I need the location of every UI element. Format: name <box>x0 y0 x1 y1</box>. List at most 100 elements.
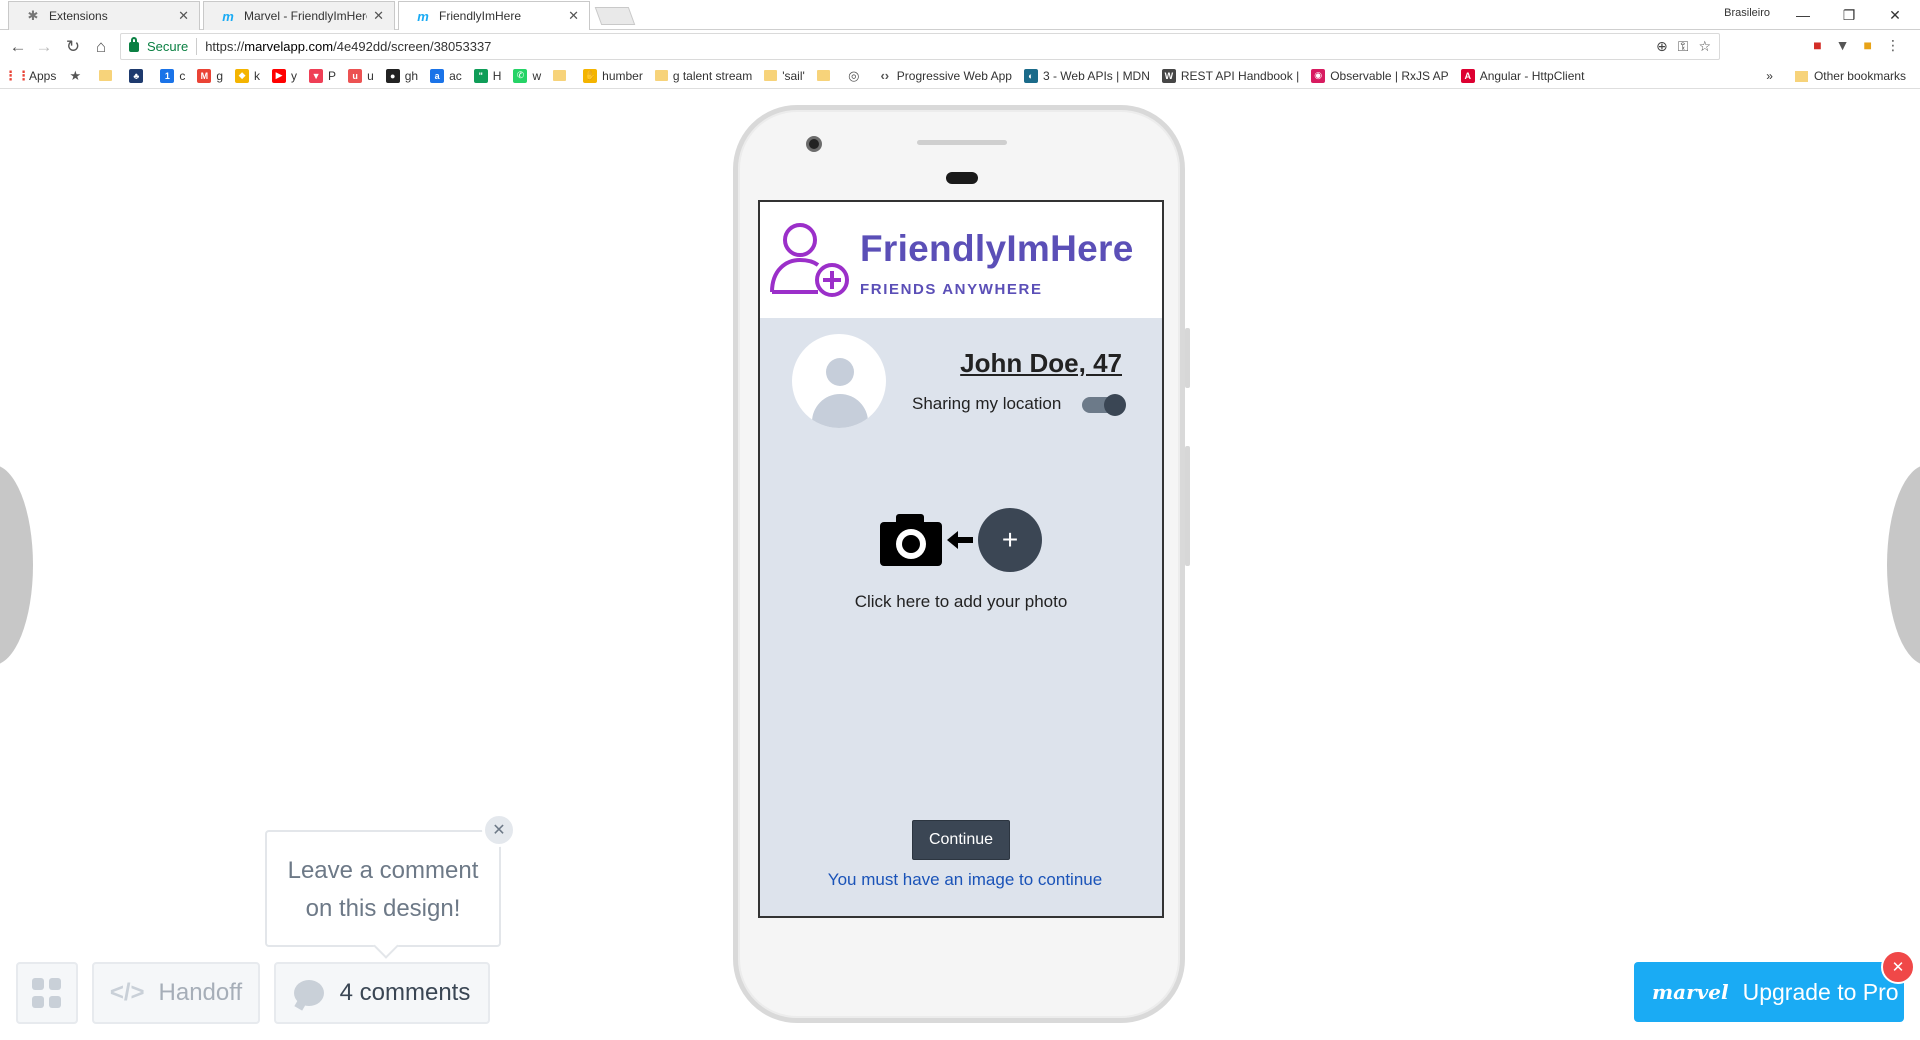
menu-dots-icon[interactable]: ⋮ <box>1886 37 1900 54</box>
browser-toolbar: ← → ↻ ⌂ Secure https://marvelapp.com/4e4… <box>0 30 1920 63</box>
tab-extensions[interactable]: ✱ Extensions ✕ <box>8 1 200 30</box>
address-bar[interactable]: Secure https://marvelapp.com/4e492dd/scr… <box>120 33 1720 60</box>
tab-friendlyimhere[interactable]: m FriendlyImHere ✕ <box>398 1 590 30</box>
bookmark-item[interactable]: ▶ y <box>272 68 297 83</box>
marvel-logo: marvel <box>1652 980 1729 1004</box>
bookmark-item[interactable]: W REST API Handbook | <box>1161 68 1299 83</box>
whatsapp-icon: ✆ <box>513 68 528 83</box>
close-icon[interactable]: ✕ <box>373 8 384 24</box>
back-arrow-icon[interactable]: ← <box>6 35 30 59</box>
bookmark-label: c <box>179 68 186 83</box>
comment-prompt[interactable]: Leave a comment on this design! <box>265 830 501 947</box>
bookmark-label: P <box>328 68 337 83</box>
browser-tab-strip: ✱ Extensions ✕ m Marvel - FriendlyImHere… <box>0 0 1920 30</box>
marvel-icon: m <box>417 8 429 24</box>
bookmark-item[interactable]: Mg <box>197 68 224 83</box>
previous-screen-arrow[interactable] <box>0 465 33 665</box>
bookmark-item[interactable]: ⋮⋮ Apps <box>4 67 56 83</box>
bookmark-item[interactable]: g talent stream <box>654 69 752 83</box>
folder-icon <box>1794 70 1808 82</box>
lastpass-icon[interactable]: ■ <box>1813 37 1821 54</box>
bookmark-item[interactable] <box>553 70 571 81</box>
comment-prompt-line: on this design! <box>305 895 461 922</box>
bookmark-label: Progressive Web App <box>896 68 1012 83</box>
url-path: /4e492dd/screen/38053337 <box>333 39 492 54</box>
bookmark-item[interactable] <box>99 70 117 81</box>
bookmark-item[interactable]: ‹› Progressive Web App <box>878 68 1012 83</box>
profile-name[interactable]: Brasileiro <box>1724 7 1770 19</box>
close-icon[interactable]: ✕ <box>1881 950 1915 984</box>
url-text[interactable]: https://marvelapp.com/4e492dd/screen/380… <box>197 39 491 54</box>
handoff-button[interactable]: </> Handoff <box>92 962 260 1024</box>
zoom-icon[interactable]: ⊕ <box>1656 38 1668 55</box>
udemy-icon: u <box>348 68 363 83</box>
sharing-location-toggle[interactable] <box>1082 394 1126 416</box>
new-tab-button[interactable] <box>594 7 636 25</box>
calendar-icon: 1 <box>160 68 175 83</box>
bookmark-item[interactable]: ◐ 3 - Web APIs | MDN <box>1023 68 1150 83</box>
bookmark-item[interactable]: ✆ w <box>513 68 541 83</box>
secure-indicator[interactable]: Secure <box>121 36 198 55</box>
bookmark-label: k <box>254 68 261 83</box>
other-bookmarks-button[interactable]: Other bookmarks <box>1814 69 1906 83</box>
bookmark-item[interactable]: ◎ <box>847 68 866 83</box>
rxjs-icon: ◉ <box>1311 68 1326 83</box>
keep-icon: ◆ <box>235 68 250 83</box>
folder-icon <box>553 70 567 81</box>
restore-icon[interactable]: ❐ <box>1826 3 1872 27</box>
bookmark-item[interactable]: ♣ <box>129 68 148 83</box>
next-screen-arrow[interactable] <box>1887 465 1920 665</box>
screens-grid-button[interactable] <box>16 962 78 1024</box>
user-name-link[interactable]: John Doe, 47 <box>960 348 1122 379</box>
bookmark-item[interactable]: ◉ Observable | RxJS AP <box>1311 68 1449 83</box>
url-scheme: https:// <box>205 39 245 54</box>
bookmark-label: H <box>492 68 502 83</box>
tab-marvel-project[interactable]: m Marvel - FriendlyImHere ✕ <box>203 1 395 30</box>
more-bookmarks-button[interactable]: » <box>1766 69 1773 83</box>
bookmark-label: g <box>216 68 224 83</box>
bookmark-item[interactable]: A Angular - HttpClient <box>1460 68 1584 83</box>
phone-frame: FriendlyImHere FRIENDS ANYWHERE John Doe… <box>733 105 1190 1023</box>
bookmark-item[interactable]: ✋ humber <box>583 68 643 83</box>
close-icon[interactable]: ✕ <box>178 8 189 24</box>
minimize-icon[interactable]: — <box>1780 3 1826 27</box>
extension-icon[interactable]: ■ <box>1864 37 1872 54</box>
continue-button[interactable]: Continue <box>912 820 1010 860</box>
forward-arrow-icon[interactable]: → <box>32 35 56 59</box>
bookmark-star-icon[interactable]: ☆ <box>1698 38 1711 55</box>
close-icon[interactable]: ✕ <box>568 8 579 24</box>
bookmark-label: 3 - Web APIs | MDN <box>1042 68 1150 83</box>
bookmark-item[interactable] <box>816 70 835 81</box>
bookmarks-bar: ⋮⋮ Apps ★ ♣ 1 c Mg ◆ k ▶ y ▼ Pu u ● gh a ac " H ✆ w ✋ humber g t… <box>0 63 1920 89</box>
tab-label: FriendlyImHere <box>439 9 522 23</box>
sharing-location-label: Sharing my location <box>912 394 1062 413</box>
pocket-icon[interactable]: ▼ <box>1836 37 1850 54</box>
bookmark-item[interactable]: uu <box>348 68 374 83</box>
bookmark-item[interactable]: " H <box>473 68 502 83</box>
upgrade-to-pro-button[interactable]: marvel Upgrade to Pro <box>1634 962 1904 1022</box>
comments-button[interactable]: 4 comments <box>274 962 490 1024</box>
reload-icon[interactable]: ↻ <box>61 35 85 59</box>
bookmark-item[interactable]: ◆ k <box>235 68 261 83</box>
phone-side-button <box>1185 328 1190 388</box>
bookmark-item[interactable]: 1c <box>160 68 186 83</box>
add-photo-button[interactable]: + <box>978 508 1042 572</box>
close-icon[interactable]: ✕ <box>482 813 516 847</box>
bookmark-item[interactable]: ● gh <box>385 68 419 83</box>
bookmark-label: ac <box>449 68 462 83</box>
bookmark-item[interactable]: a ac <box>430 68 462 83</box>
phone-sensor <box>946 172 978 184</box>
window-close-icon[interactable]: ✕ <box>1872 3 1918 27</box>
add-photo-instruction[interactable]: Click here to add your photo <box>760 592 1162 612</box>
brand-name: FriendlyImHere <box>860 228 1134 269</box>
bookmark-label: gh <box>404 68 419 83</box>
home-icon[interactable]: ⌂ <box>89 35 113 59</box>
bookmark-item[interactable]: ▼ P <box>309 68 337 83</box>
hangouts-icon: " <box>473 68 488 83</box>
bookmark-item[interactable]: ★ <box>68 68 87 83</box>
comment-icon <box>293 980 324 1006</box>
bookmark-item[interactable]: 'sail' <box>764 69 805 83</box>
hand-icon: ✋ <box>583 68 598 83</box>
apps-grid-icon: ⋮⋮ <box>4 67 30 83</box>
key-icon[interactable]: ⚿ <box>1678 38 1689 55</box>
